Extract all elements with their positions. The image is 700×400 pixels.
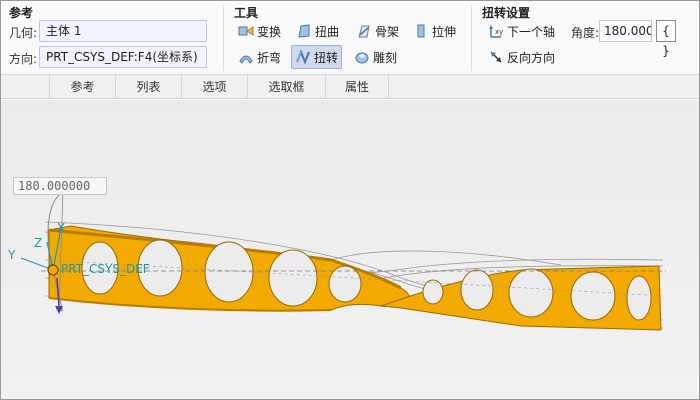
csys-origin-handle — [47, 264, 59, 276]
app-window: 参考 几何: 主体 1 方向: PRT_CSYS_DEF:F4(坐标系) 工具 … — [0, 0, 700, 400]
axis-cycle-icon: xy — [489, 25, 503, 38]
geometry-field[interactable]: 主体 1 — [39, 20, 207, 42]
tab-marquee[interactable]: 选取框 — [247, 75, 325, 99]
reverse-direction-label: 反向方向 — [507, 50, 556, 65]
svg-text:xy: xy — [495, 28, 503, 36]
tool-bend[interactable]: 折弯 — [235, 46, 284, 68]
axis-z-label: Z — [34, 236, 43, 250]
tool-label: 折弯 — [257, 50, 282, 65]
tools-group-title: 工具 — [234, 6, 259, 20]
tool-label: 变换 — [257, 24, 282, 39]
group-separator — [471, 5, 472, 71]
tab-list[interactable]: 列表 — [115, 75, 181, 99]
stretch-icon — [417, 24, 425, 38]
direction-label: 方向: — [9, 52, 38, 66]
ribbon: 参考 几何: 主体 1 方向: PRT_CSYS_DEF:F4(坐标系) 工具 … — [1, 1, 699, 75]
tool-transform[interactable]: 变换 — [235, 20, 284, 42]
reverse-direction-button[interactable]: 反向方向 — [485, 46, 558, 68]
axis-y-label: Y — [8, 248, 16, 262]
tool-stretch[interactable]: 拉伸 — [410, 20, 459, 42]
tool-label: 扭转 — [314, 50, 339, 65]
relation-button[interactable]: { } — [656, 20, 676, 58]
tool-label: 雕刻 — [373, 50, 398, 65]
tool-twist[interactable]: 扭转 — [291, 45, 343, 69]
reverse-arrow-icon — [490, 51, 502, 63]
tool-sculpt[interactable]: 雕刻 — [351, 46, 400, 68]
warp-icon — [298, 24, 310, 38]
tab-properties[interactable]: 属性 — [325, 75, 389, 99]
next-axis-label: 下一个轴 — [507, 24, 556, 39]
graphics-viewport[interactable]: 180.000000 X Z Y PRT_CSYS_DEF — [1, 100, 699, 399]
tool-label: 骨架 — [375, 24, 400, 39]
twist-settings-title: 扭转设置 — [482, 6, 531, 20]
angle-input[interactable]: 180.000( — [599, 20, 652, 42]
bend-icon — [239, 55, 253, 64]
angle-label: 角度: — [571, 26, 600, 40]
direction-field[interactable]: PRT_CSYS_DEF:F4(坐标系) — [39, 46, 207, 68]
model-canvas — [20, 189, 666, 331]
twist-icon — [296, 49, 310, 65]
group-separator — [223, 5, 224, 71]
sculpt-icon — [355, 52, 369, 64]
dashboard-tabs: 参考 列表 选项 选取框 属性 — [1, 75, 699, 99]
next-axis-button[interactable]: xy 下一个轴 — [485, 20, 558, 42]
csys-name-label: PRT_CSYS_DEF — [61, 262, 150, 276]
tab-references[interactable]: 参考 — [49, 75, 115, 99]
tool-warp[interactable]: 扭曲 — [293, 20, 342, 42]
twist-angle-dimension[interactable]: 180.000000 — [13, 177, 107, 195]
tab-options[interactable]: 选项 — [181, 75, 247, 99]
reference-group-title: 参考 — [9, 6, 34, 20]
axis-x-label: X — [57, 221, 66, 235]
skeleton-icon — [358, 25, 370, 38]
tool-label: 扭曲 — [315, 24, 340, 39]
tool-skeleton[interactable]: 骨架 — [353, 20, 402, 42]
tool-label: 拉伸 — [432, 24, 457, 39]
transform-icon — [238, 26, 254, 36]
geometry-label: 几何: — [9, 26, 38, 40]
